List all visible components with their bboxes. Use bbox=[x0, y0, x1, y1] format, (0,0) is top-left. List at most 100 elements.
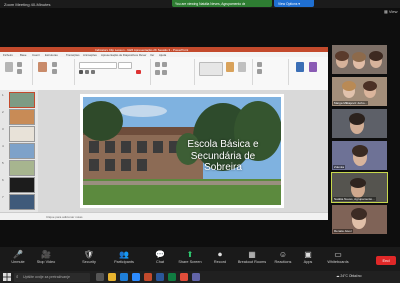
designer-icon[interactable] bbox=[309, 62, 317, 72]
search-placeholder: Upišite ovdje za pretraživanje bbox=[23, 275, 70, 279]
slide-thumbnail[interactable] bbox=[9, 160, 35, 176]
bold-icon[interactable] bbox=[79, 70, 83, 74]
shapes-gallery[interactable] bbox=[199, 62, 223, 76]
chrome-browser-icon[interactable] bbox=[180, 273, 188, 281]
task-view-icon[interactable] bbox=[96, 273, 104, 281]
slide-thumbnail[interactable] bbox=[9, 194, 35, 210]
participant-video-tile[interactable]: Zdenka bbox=[332, 141, 387, 170]
align-center-icon[interactable] bbox=[162, 70, 167, 75]
search-icon: ⌕ bbox=[16, 274, 19, 279]
new-slide-icon[interactable] bbox=[38, 62, 47, 72]
slide-thumbnail[interactable] bbox=[9, 143, 35, 159]
slide-number: 6 bbox=[2, 178, 4, 182]
drawing-group bbox=[196, 59, 253, 85]
shield-icon: 🛡 bbox=[83, 250, 95, 259]
slide-thumbnail[interactable] bbox=[9, 177, 35, 193]
copy-icon[interactable] bbox=[17, 69, 22, 74]
slide-title-line: Escola Básica e bbox=[187, 139, 259, 150]
participants-button[interactable]: 👥 Participants bbox=[106, 249, 142, 269]
replace-icon[interactable] bbox=[257, 69, 262, 74]
align-left-icon[interactable] bbox=[155, 70, 160, 75]
slide-thumbnails-pane: 1 2 3 4 5 6 7 bbox=[0, 90, 38, 212]
school-photo: Escola Básica e Secundária de Sobreira bbox=[83, 97, 281, 205]
slides-group bbox=[34, 59, 75, 85]
font-family-select[interactable] bbox=[79, 62, 117, 69]
slide-number: 4 bbox=[2, 144, 4, 148]
record-icon: ⏺ bbox=[218, 250, 222, 259]
view-options-label: View Options ▾ bbox=[278, 1, 300, 6]
slide-thumbnail[interactable] bbox=[9, 126, 35, 142]
slide-number: 5 bbox=[2, 161, 4, 165]
dictate-icon[interactable] bbox=[296, 62, 304, 72]
stop-video-label: Stop Video bbox=[36, 260, 56, 264]
video-camera-icon: 🎥 bbox=[41, 250, 51, 259]
bullets-icon[interactable] bbox=[155, 62, 160, 67]
participant-video-tile[interactable] bbox=[332, 45, 387, 74]
slide-thumbnail[interactable] bbox=[9, 109, 35, 125]
italic-icon[interactable] bbox=[85, 70, 89, 74]
underline-icon[interactable] bbox=[91, 70, 95, 74]
participant-video-tile[interactable] bbox=[332, 109, 387, 138]
powerpoint-app-icon[interactable] bbox=[144, 273, 152, 281]
arrange-icon[interactable] bbox=[226, 62, 234, 72]
participant-name: Zdenka bbox=[333, 165, 346, 169]
cut-icon[interactable] bbox=[17, 62, 22, 67]
zoom-app-icon[interactable] bbox=[132, 273, 140, 281]
participant-video-tile[interactable]: Marga Miłkajević Jurko... bbox=[332, 77, 387, 106]
slide-number: 2 bbox=[2, 110, 4, 114]
windows-taskbar: ⌕ Upišite ovdje za pretraživanje ☁ 24°C … bbox=[0, 271, 400, 283]
whiteboard-icon: ▭ bbox=[334, 250, 342, 259]
font-color-icon[interactable] bbox=[136, 70, 141, 74]
slide-number: 7 bbox=[2, 195, 4, 199]
reset-icon[interactable] bbox=[52, 69, 57, 74]
participant-name: Natália Neves, Agrupamento... bbox=[333, 197, 376, 201]
paste-icon[interactable] bbox=[5, 62, 13, 72]
notes-bar[interactable]: Clique para adicionar notas bbox=[0, 212, 328, 220]
view-button[interactable]: ▦ View bbox=[384, 9, 398, 14]
current-slide[interactable]: Escola Básica e Secundária de Sobreira bbox=[80, 94, 284, 208]
slide-number: 1 bbox=[2, 93, 4, 97]
find-icon[interactable] bbox=[257, 62, 262, 67]
slide-thumbnail[interactable] bbox=[9, 92, 35, 108]
record-button[interactable]: ⏺ Record bbox=[202, 249, 238, 269]
participant-video-tile[interactable]: Renata Javor bbox=[332, 205, 387, 234]
notes-placeholder: Clique para adicionar notas bbox=[46, 214, 83, 219]
font-size-select[interactable] bbox=[118, 62, 132, 69]
windows-start-icon[interactable] bbox=[3, 273, 11, 281]
participant-name: Marga Miłkajević Jurko... bbox=[333, 101, 369, 105]
meeting-toolbar: 🎤 Unmute 🎥 Stop Video 🛡 Security 👥 Parti… bbox=[0, 247, 400, 271]
voice-group bbox=[290, 59, 324, 85]
excel-app-icon[interactable] bbox=[168, 273, 176, 281]
powerpoint-title: Indicators Clip Lesson - GE5 Apresentaçã… bbox=[95, 47, 189, 52]
participant-video bbox=[332, 45, 387, 74]
whiteboards-label: Whiteboards bbox=[327, 260, 349, 264]
system-tray[interactable]: ☁ 24°C Oblačno bbox=[336, 274, 362, 278]
slide-title[interactable]: Escola Básica e Secundária de Sobreira bbox=[168, 139, 278, 174]
record-label: Record bbox=[213, 260, 227, 264]
security-button[interactable]: 🛡 Security bbox=[71, 249, 107, 269]
word-app-icon[interactable] bbox=[156, 273, 164, 281]
slide-title-line: Secundária de bbox=[190, 150, 256, 162]
screen-share-banner: You are viewing Natália Neves, Agrupamen… bbox=[172, 0, 272, 7]
slide-title-line: Sobreira bbox=[204, 162, 242, 173]
slide-number: 3 bbox=[2, 127, 4, 131]
font-group bbox=[76, 59, 151, 85]
file-explorer-icon[interactable] bbox=[108, 273, 116, 281]
security-label: Security bbox=[82, 260, 96, 264]
taskbar-search-box[interactable]: ⌕ Upišite ovdje za pretraživanje bbox=[14, 272, 90, 282]
numbering-icon[interactable] bbox=[162, 62, 167, 67]
whiteboards-button[interactable]: ▭ Whiteboards bbox=[320, 249, 356, 269]
clipboard-group bbox=[2, 59, 33, 85]
editing-group bbox=[254, 59, 289, 85]
view-options-button[interactable]: View Options ▾ bbox=[274, 0, 314, 7]
window-title: Zoom Meeting 40-Minutes bbox=[4, 1, 51, 7]
participants-label: Participants bbox=[114, 260, 134, 264]
weather-text: 24°C Oblačno bbox=[340, 274, 362, 278]
edge-browser-icon[interactable] bbox=[120, 273, 128, 281]
participant-video-tile-active[interactable]: Natália Neves, Agrupamento... bbox=[331, 172, 388, 203]
teams-app-icon[interactable] bbox=[192, 273, 200, 281]
end-meeting-button[interactable]: End bbox=[376, 256, 396, 265]
quick-styles-icon[interactable] bbox=[238, 62, 246, 72]
stop-video-button[interactable]: 🎥 Stop Video bbox=[28, 249, 64, 269]
layout-icon[interactable] bbox=[52, 62, 57, 67]
